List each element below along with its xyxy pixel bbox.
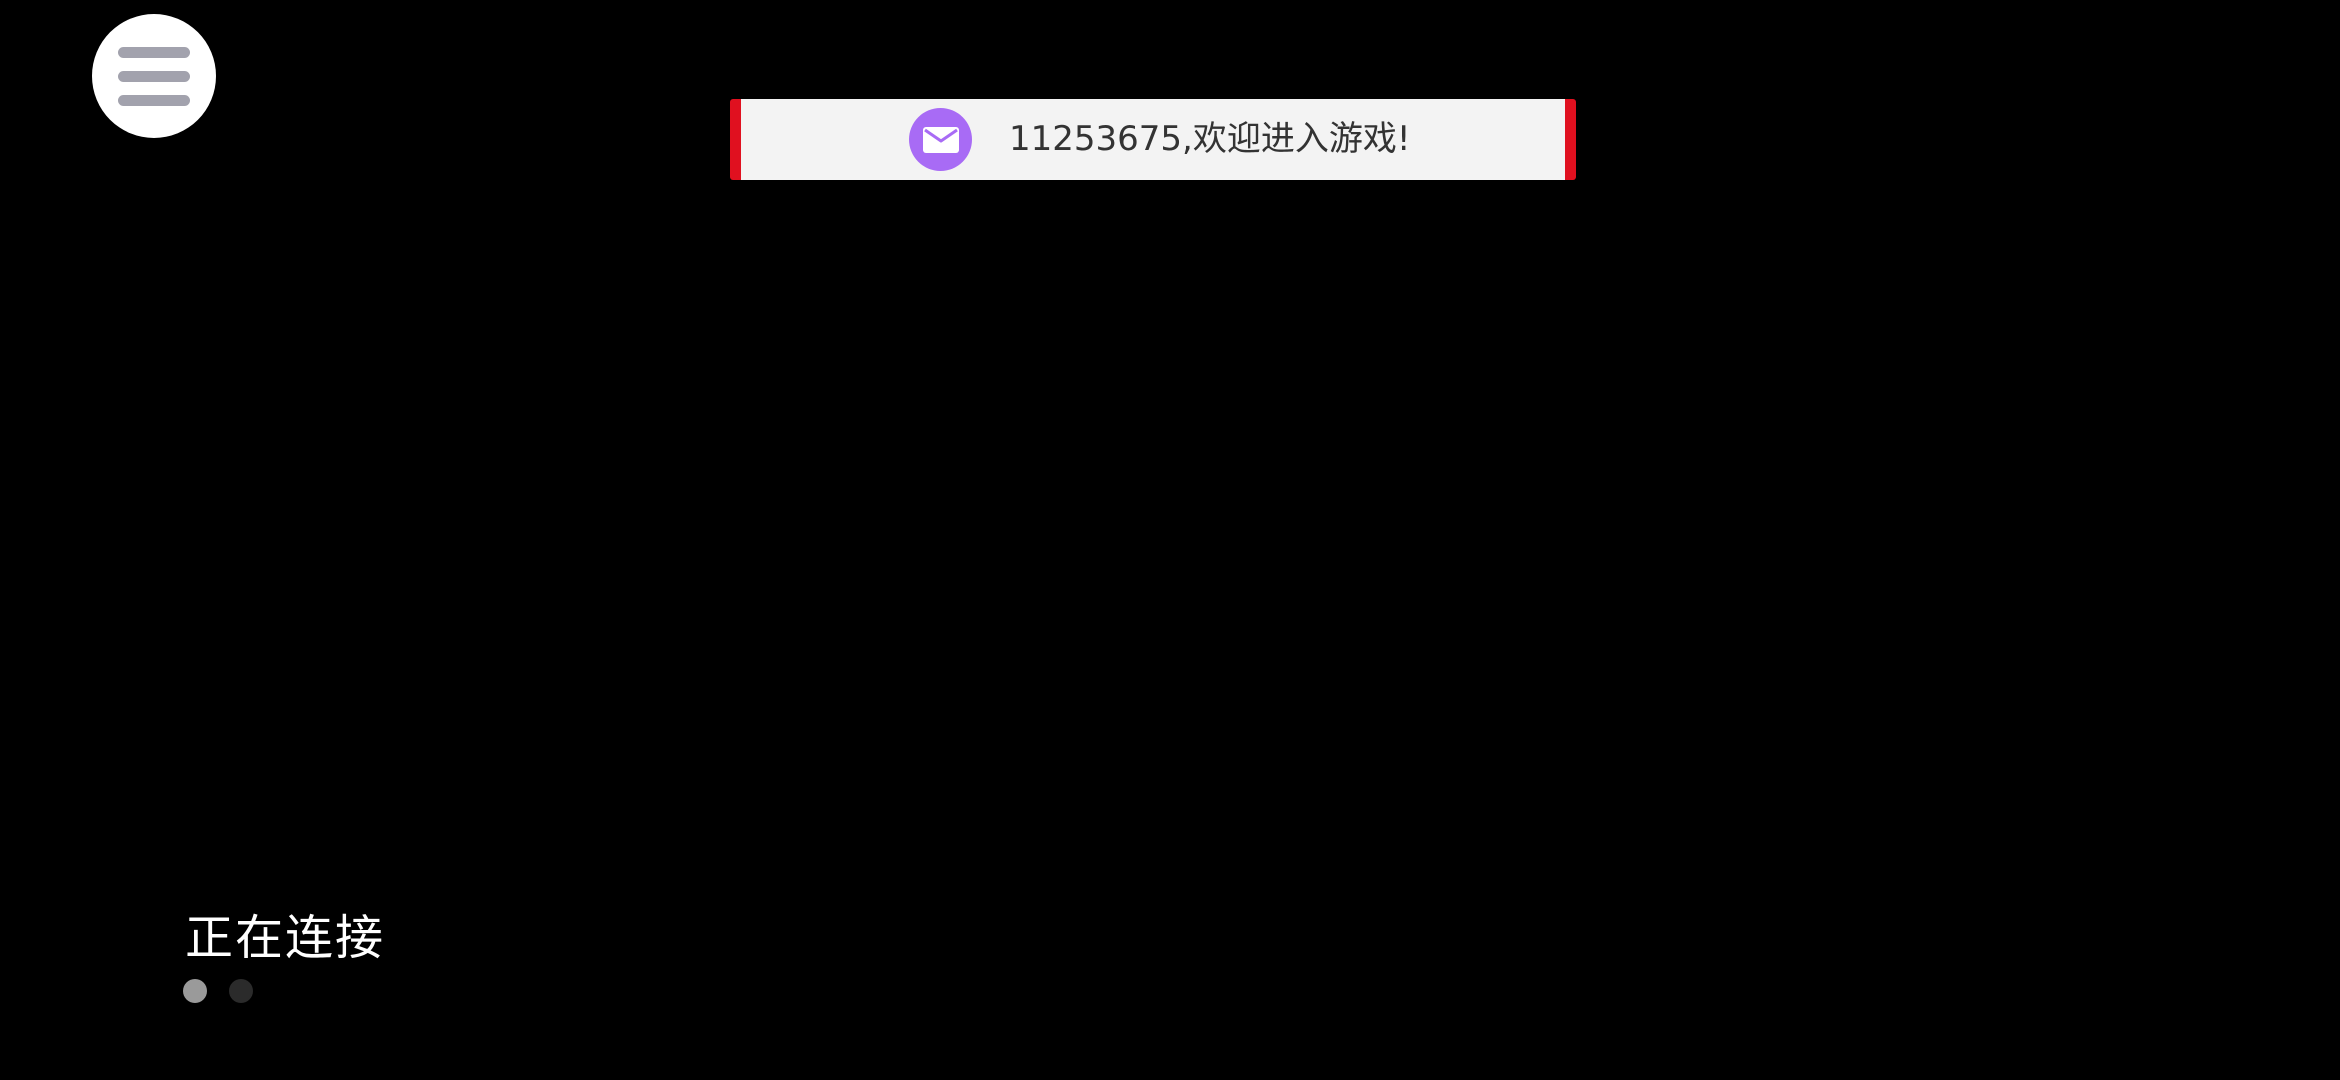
envelope-icon [922, 126, 959, 153]
game-screen: 11253675,欢迎进入游戏! 正在连接 [0, 0, 2340, 1080]
menu-bar-middle [118, 70, 190, 82]
menu-button[interactable] [92, 14, 216, 138]
welcome-notice-text: 11253675,欢迎进入游戏! [1009, 119, 1411, 159]
loading-dot-inactive [229, 979, 253, 1003]
menu-bar-top [118, 46, 190, 58]
loading-dot-active [183, 979, 207, 1003]
menu-bar-bottom [118, 94, 190, 106]
welcome-notice-banner: 11253675,欢迎进入游戏! [730, 99, 1576, 180]
loading-indicator [183, 979, 253, 1003]
mail-icon [909, 108, 972, 171]
connection-status-text: 正在连接 [185, 910, 386, 966]
